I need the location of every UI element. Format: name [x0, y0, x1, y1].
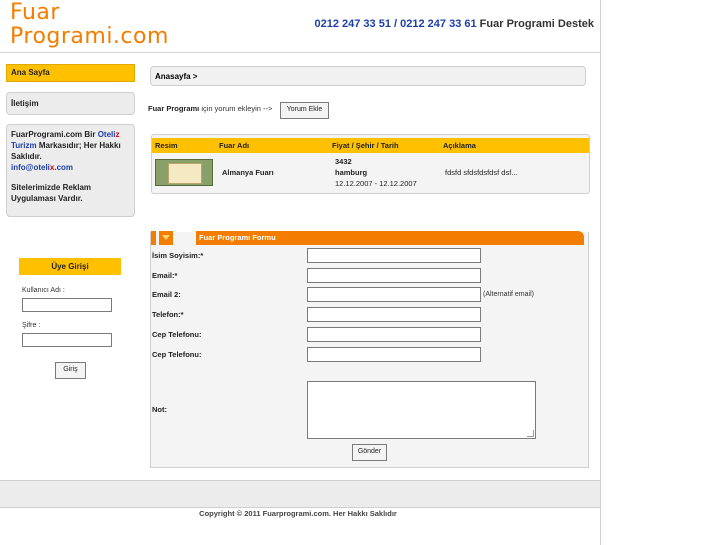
logo-line-2: Programi.com [10, 24, 169, 49]
username-label: Kullanıcı Adı : [22, 287, 65, 294]
password-input[interactable] [22, 333, 112, 347]
form-tab-icon [159, 231, 173, 245]
resize-grip-icon[interactable] [527, 430, 534, 437]
breadcrumb-home-link[interactable]: Anasayfa > [155, 72, 197, 81]
email-suffix: .com [54, 163, 74, 172]
ads-notice: Sitelerimizde Reklam Uygulaması Vardır. [11, 183, 92, 203]
phone-input[interactable] [307, 307, 481, 322]
sidebar-item-label: Ana Sayfa [11, 68, 50, 77]
field-label-phone: Telefon:* [152, 310, 184, 319]
email2-input[interactable] [307, 287, 481, 302]
phone-1: 0212 247 33 51 [314, 18, 391, 30]
column-header-price: Fiyat / Şehir / Tarih [332, 138, 443, 153]
fair-dates: 12.12.2007 - 12.12.2007 [335, 179, 417, 188]
login-button[interactable]: Giriş [55, 362, 86, 379]
sidebar-item-home[interactable]: Ana Sayfa [6, 64, 135, 82]
sidebar-item-contact[interactable]: İletişim [6, 92, 135, 115]
info-text: FuarProgrami.com Bir [11, 130, 98, 139]
sidebar-info-box: FuarProgrami.com Bir Oteliz Turizm Markas… [6, 124, 135, 217]
add-comment-button[interactable]: Yorum Ekle [280, 102, 329, 119]
name-input[interactable] [307, 248, 481, 263]
contact-phones: 0212 247 33 51 / 0212 247 33 61 Fuar Pro… [314, 18, 594, 30]
email-prefix: info@oteli [11, 163, 50, 172]
column-header-name: Fuar Adı [219, 138, 332, 153]
info-email-link[interactable]: info@otelix.com [11, 163, 73, 172]
form-title: Fuar Programı Formu [196, 231, 584, 245]
logo-line-1: Fuar [10, 0, 60, 25]
fair-thumbnail-image[interactable] [155, 159, 213, 186]
mobile-input-2[interactable] [307, 347, 481, 362]
page: Fuar Programi.com 0212 247 33 51 / 0212 … [0, 0, 601, 545]
phone-2: 0212 247 33 61 [400, 18, 477, 30]
login-title: Üye Girişi [19, 258, 121, 275]
fair-description: fdsfd sfdsfdsfdsf dsf... [445, 168, 518, 177]
brand-oteli: Oteli [97, 130, 116, 139]
site-logo[interactable]: Fuar Programi.com [10, 1, 169, 49]
field-label-name: İsim Soyisim:* [152, 251, 204, 260]
comment-prompt: Fuar Programı için yorum ekleyin --> [148, 104, 272, 113]
field-label-email2: Email 2: [152, 290, 181, 299]
brand-info-text: FuarProgrami.com Bir Oteliz Turizm Markas… [7, 125, 134, 208]
field-label-email: Email:* [152, 271, 178, 280]
comment-prompt-bold: Fuar Programı [148, 104, 200, 113]
column-header-image: Resim [152, 138, 222, 153]
phone-separator: / [394, 18, 398, 30]
field-label-note: Not: [152, 405, 167, 414]
comment-prompt-text: için yorum ekleyin --> [199, 104, 273, 113]
mobile-input-1[interactable] [307, 327, 481, 342]
username-input[interactable] [22, 298, 112, 312]
support-label: Fuar Programi Destek [479, 18, 594, 30]
email-input[interactable] [307, 268, 481, 283]
fair-city: hamburg [335, 168, 368, 177]
submit-button[interactable]: Gönder [352, 444, 387, 461]
copyright-text: Copyright © 2011 Fuarprogrami.com. Her H… [199, 509, 397, 518]
fair-name[interactable]: Almanya Fuarı [222, 167, 274, 178]
brand-z: z [115, 130, 120, 139]
fair-table: Resim Fuar Adı Fiyat / Şehir / Tarih Açı… [151, 134, 590, 194]
brand-turizm: Turizm [11, 141, 37, 150]
fair-price: 3432 [335, 157, 352, 166]
field-label-mobile-1: Cep Telefonu: [152, 330, 202, 339]
field-label-mobile-2: Cep Telefonu: [152, 350, 202, 359]
column-header-description: Açıklama [443, 138, 589, 153]
form-tab-accent [151, 231, 156, 245]
header: Fuar Programi.com 0212 247 33 51 / 0212 … [0, 0, 600, 53]
sidebar-item-label: İletişim [11, 99, 39, 108]
note-textarea[interactable] [307, 381, 536, 439]
breadcrumb: Anasayfa > [150, 66, 586, 86]
footer-bar [0, 480, 600, 508]
email2-note: (Alternatif email) [483, 291, 534, 298]
password-label: Şifre : [22, 322, 41, 329]
